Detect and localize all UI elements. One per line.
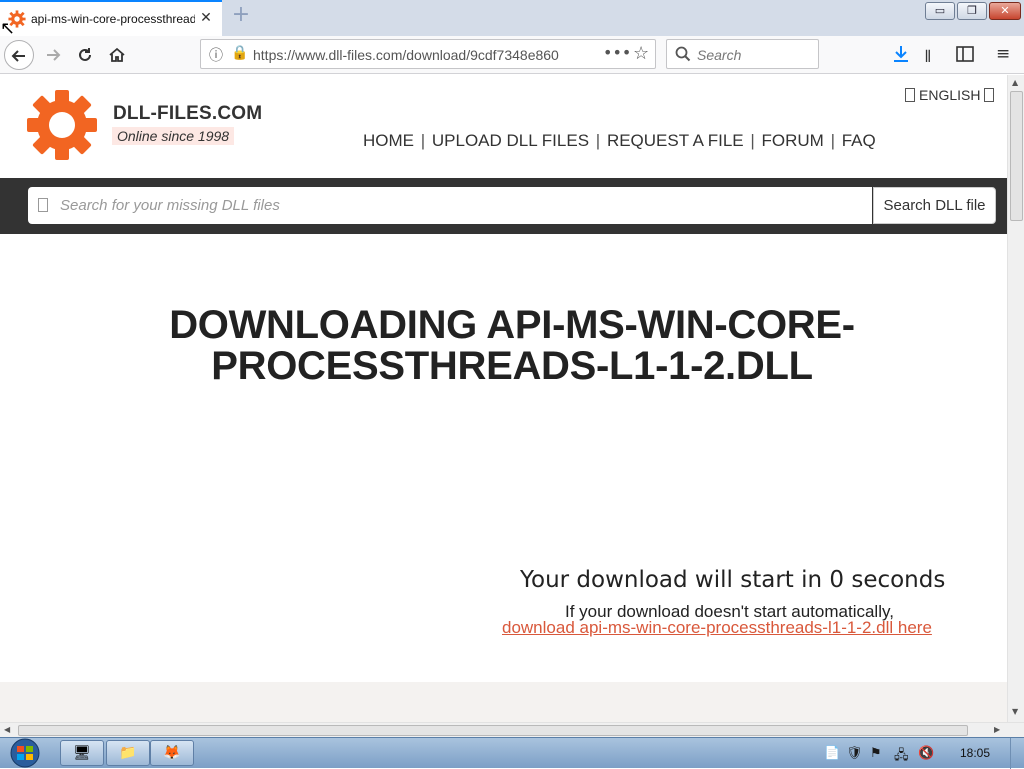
scroll-up-icon[interactable]: ▲ xyxy=(1012,78,1018,87)
scroll-left-icon[interactable]: ◀ xyxy=(4,725,10,734)
vertical-scrollbar[interactable]: ▲ ▼ xyxy=(1007,75,1024,722)
tab-title: api-ms-win-core-processthreads xyxy=(31,12,195,26)
tray-volume-muted-icon[interactable]: 🔇 xyxy=(918,746,934,761)
dll-search-input[interactable]: Search for your missing DLL files xyxy=(28,187,872,224)
reload-button[interactable] xyxy=(70,40,100,70)
dll-files-logo-icon[interactable] xyxy=(27,90,97,160)
home-icon xyxy=(109,47,125,62)
scroll-right-icon[interactable]: ▶ xyxy=(994,725,1000,734)
bookmark-star-icon[interactable]: ☆ xyxy=(633,43,649,64)
language-selector[interactable]: ENGLISH xyxy=(905,87,995,103)
page-content: DLL-FILES.COM Online since 1998 ENGLISH … xyxy=(0,75,1007,722)
minimize-button[interactable]: ▭ xyxy=(925,2,955,20)
navigation-toolbar: ⓘ 🔒 https://www.dll-files.com/download/9… xyxy=(0,36,1024,74)
forward-arrow-icon xyxy=(47,49,61,61)
download-countdown: Your download will start in 0 seconds xyxy=(520,567,946,593)
reload-icon xyxy=(79,48,91,61)
tray-security-icon[interactable]: 🛡 xyxy=(846,746,863,761)
search-field-icon xyxy=(38,198,48,212)
nav-home[interactable]: HOME xyxy=(363,131,414,150)
dropdown-icon xyxy=(984,88,995,102)
nav-separator: | xyxy=(595,131,601,150)
nav-faq[interactable]: FAQ xyxy=(842,131,876,150)
site-tagline: Online since 1998 xyxy=(112,127,235,145)
mouse-cursor-icon: ↖ xyxy=(0,18,16,39)
maximize-button[interactable]: ❐ xyxy=(957,2,987,20)
tab-close-icon[interactable]: ✕ xyxy=(198,10,214,26)
horizontal-scroll-thumb[interactable] xyxy=(18,725,968,736)
site-name[interactable]: DLL-FILES.COM xyxy=(113,103,262,125)
downloads-icon[interactable] xyxy=(892,45,910,63)
dll-search-placeholder: Search for your missing DLL files xyxy=(60,197,280,214)
windows-taskbar: 🖥 📁 🦊 📄 🛡 ⚑ 🖧 🔇 18:05 xyxy=(0,737,1024,769)
browser-search-bar[interactable]: Search xyxy=(666,39,819,69)
search-icon xyxy=(675,46,691,62)
home-button[interactable] xyxy=(102,40,132,70)
headline-line-2: PROCESSTHREADS-L1-1-2.DLL xyxy=(211,344,813,388)
language-label: ENGLISH xyxy=(919,87,981,103)
tray-flag-icon[interactable]: ⚑ xyxy=(870,746,882,761)
library-icon[interactable]: 𝍪 xyxy=(925,44,931,73)
taskbar-app-control-panel[interactable]: 🖥 xyxy=(60,740,104,766)
sidebar-icon[interactable] xyxy=(956,46,974,62)
download-headline: DOWNLOADING API-MS-WIN-CORE- PROCESSTHRE… xyxy=(0,305,1007,387)
back-button[interactable] xyxy=(4,40,34,70)
manual-download-link[interactable]: download api-ms-win-core-processthreads-… xyxy=(502,618,932,638)
tab-active[interactable]: api-ms-win-core-processthreads ✕ xyxy=(0,0,222,36)
lock-warning-icon[interactable]: 🔒 xyxy=(231,45,248,61)
taskbar-app-explorer[interactable]: 📁 xyxy=(106,740,150,766)
new-tab-button[interactable]: + xyxy=(229,4,253,28)
monitor-icon: 🖥 xyxy=(73,745,91,761)
nav-upload-dll-files[interactable]: UPLOAD DLL FILES xyxy=(432,131,589,150)
start-button-icon[interactable] xyxy=(6,738,44,769)
browser-icon: 🦊 xyxy=(163,745,181,761)
headline-line-1: DOWNLOADING API-MS-WIN-CORE- xyxy=(169,303,855,347)
taskbar-clock[interactable]: 18:05 xyxy=(960,746,990,760)
horizontal-scrollbar[interactable]: ◀ ▶ xyxy=(0,722,1024,737)
tray-document-icon[interactable]: 📄 xyxy=(824,746,840,761)
show-desktop-button[interactable] xyxy=(1010,738,1024,769)
main-navigation: HOME | UPLOAD DLL FILES | REQUEST A FILE… xyxy=(363,131,876,151)
dll-search-strip: Search for your missing DLL files Search… xyxy=(0,178,1007,234)
nav-separator: | xyxy=(830,131,835,150)
back-arrow-icon xyxy=(11,50,25,62)
info-icon[interactable]: ⓘ xyxy=(209,45,223,65)
search-dll-file-button[interactable]: Search DLL file xyxy=(873,187,996,224)
nav-separator: | xyxy=(420,131,426,150)
tab-bar: api-ms-win-core-processthreads ✕ + ▭ ❐ ✕ xyxy=(0,0,1024,36)
tray-network-icon[interactable]: 🖧 xyxy=(894,746,909,768)
page-actions-icon[interactable]: ••• xyxy=(603,43,631,62)
url-text[interactable]: https://www.dll-files.com/download/9cdf7… xyxy=(253,47,571,63)
vertical-scroll-thumb[interactable] xyxy=(1010,91,1023,221)
nav-request-a-file[interactable]: REQUEST A FILE xyxy=(607,131,744,150)
search-placeholder: Search xyxy=(697,47,742,63)
footer-band xyxy=(0,682,1007,722)
forward-button[interactable] xyxy=(38,40,68,70)
taskbar-app-firefox[interactable]: 🦊 xyxy=(150,740,194,766)
close-window-button[interactable]: ✕ xyxy=(989,2,1021,20)
nav-forum[interactable]: FORUM xyxy=(762,131,824,150)
scroll-down-icon[interactable]: ▼ xyxy=(1012,707,1018,716)
nav-separator: | xyxy=(750,131,755,150)
menu-hamburger-icon[interactable]: ≡ xyxy=(996,44,1010,64)
url-bar[interactable]: ⓘ 🔒 https://www.dll-files.com/download/9… xyxy=(200,39,656,69)
flag-icon xyxy=(905,88,915,102)
folder-icon: 📁 xyxy=(119,745,137,761)
